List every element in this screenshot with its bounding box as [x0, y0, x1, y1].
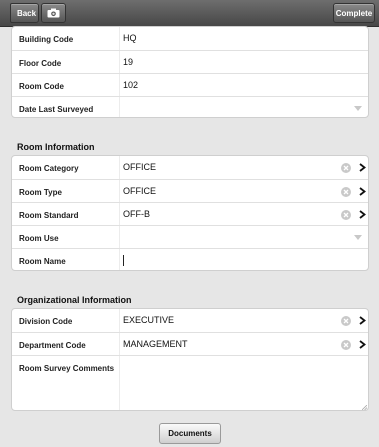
organizational-information-panel: Division Code EXECUTIVE Department Code … [11, 308, 369, 411]
date-last-surveyed-label: Date Last Surveyed [19, 105, 94, 114]
room-category-label: Room Category [19, 164, 79, 173]
text-cursor [123, 255, 124, 266]
division-code-value: EXECUTIVE [123, 315, 175, 325]
chevron-right-icon[interactable] [359, 340, 366, 349]
room-survey-comments-row[interactable]: Room Survey Comments [12, 355, 368, 412]
room-standard-value: OFF-B [123, 209, 150, 219]
dropdown-arrow-icon[interactable] [354, 235, 362, 240]
date-last-surveyed-row[interactable]: Date Last Surveyed [12, 96, 368, 119]
department-code-label: Department Code [19, 341, 86, 350]
room-type-row[interactable]: Room Type OFFICE [12, 179, 368, 202]
room-use-label: Room Use [19, 234, 59, 243]
division-code-label: Division Code [19, 317, 73, 326]
floor-code-row[interactable]: Floor Code 19 [12, 50, 368, 73]
division-code-row[interactable]: Division Code EXECUTIVE [12, 309, 368, 332]
clear-icon[interactable] [341, 210, 351, 220]
room-category-value: OFFICE [123, 162, 156, 172]
floor-code-label: Floor Code [19, 59, 62, 68]
clear-icon[interactable] [341, 187, 351, 197]
room-information-title: Room Information [17, 142, 95, 152]
room-name-label: Room Name [19, 257, 66, 266]
camera-icon [47, 8, 60, 18]
building-code-value: HQ [123, 33, 137, 43]
floor-code-value: 19 [123, 57, 134, 67]
room-standard-row[interactable]: Room Standard OFF-B [12, 202, 368, 225]
room-code-value: 102 [123, 80, 139, 90]
camera-button[interactable] [41, 3, 66, 23]
building-code-label: Building Code [19, 35, 74, 44]
room-name-row[interactable]: Room Name [12, 248, 368, 272]
location-panel: Building Code HQ Floor Code 19 Room Code… [11, 26, 369, 118]
building-code-row[interactable]: Building Code HQ [12, 27, 368, 50]
room-standard-label: Room Standard [19, 211, 79, 220]
room-category-row[interactable]: Room Category OFFICE [12, 156, 368, 179]
clear-icon[interactable] [341, 163, 351, 173]
chevron-right-icon[interactable] [359, 187, 366, 196]
chevron-right-icon[interactable] [359, 210, 366, 219]
dropdown-arrow-icon[interactable] [354, 106, 362, 111]
department-code-row[interactable]: Department Code MANAGEMENT [12, 332, 368, 355]
room-information-panel: Room Category OFFICE Room Type OFFICE Ro… [11, 155, 369, 271]
chevron-right-icon[interactable] [359, 163, 366, 172]
organizational-information-title: Organizational Information [17, 295, 132, 305]
chevron-right-icon[interactable] [359, 316, 366, 325]
top-toolbar: Back Complete [0, 0, 379, 27]
clear-icon[interactable] [341, 316, 351, 326]
room-use-row[interactable]: Room Use [12, 225, 368, 248]
department-code-value: MANAGEMENT [123, 339, 188, 349]
room-code-row[interactable]: Room Code 102 [12, 73, 368, 96]
room-type-label: Room Type [19, 188, 62, 197]
room-survey-comments-label: Room Survey Comments [19, 364, 115, 373]
back-button[interactable]: Back [10, 3, 39, 23]
resize-grip-icon[interactable] [362, 405, 367, 410]
room-code-label: Room Code [19, 82, 64, 91]
complete-button[interactable]: Complete [333, 3, 375, 23]
documents-button[interactable]: Documents [159, 423, 221, 444]
clear-icon[interactable] [341, 340, 351, 350]
room-type-value: OFFICE [123, 186, 156, 196]
